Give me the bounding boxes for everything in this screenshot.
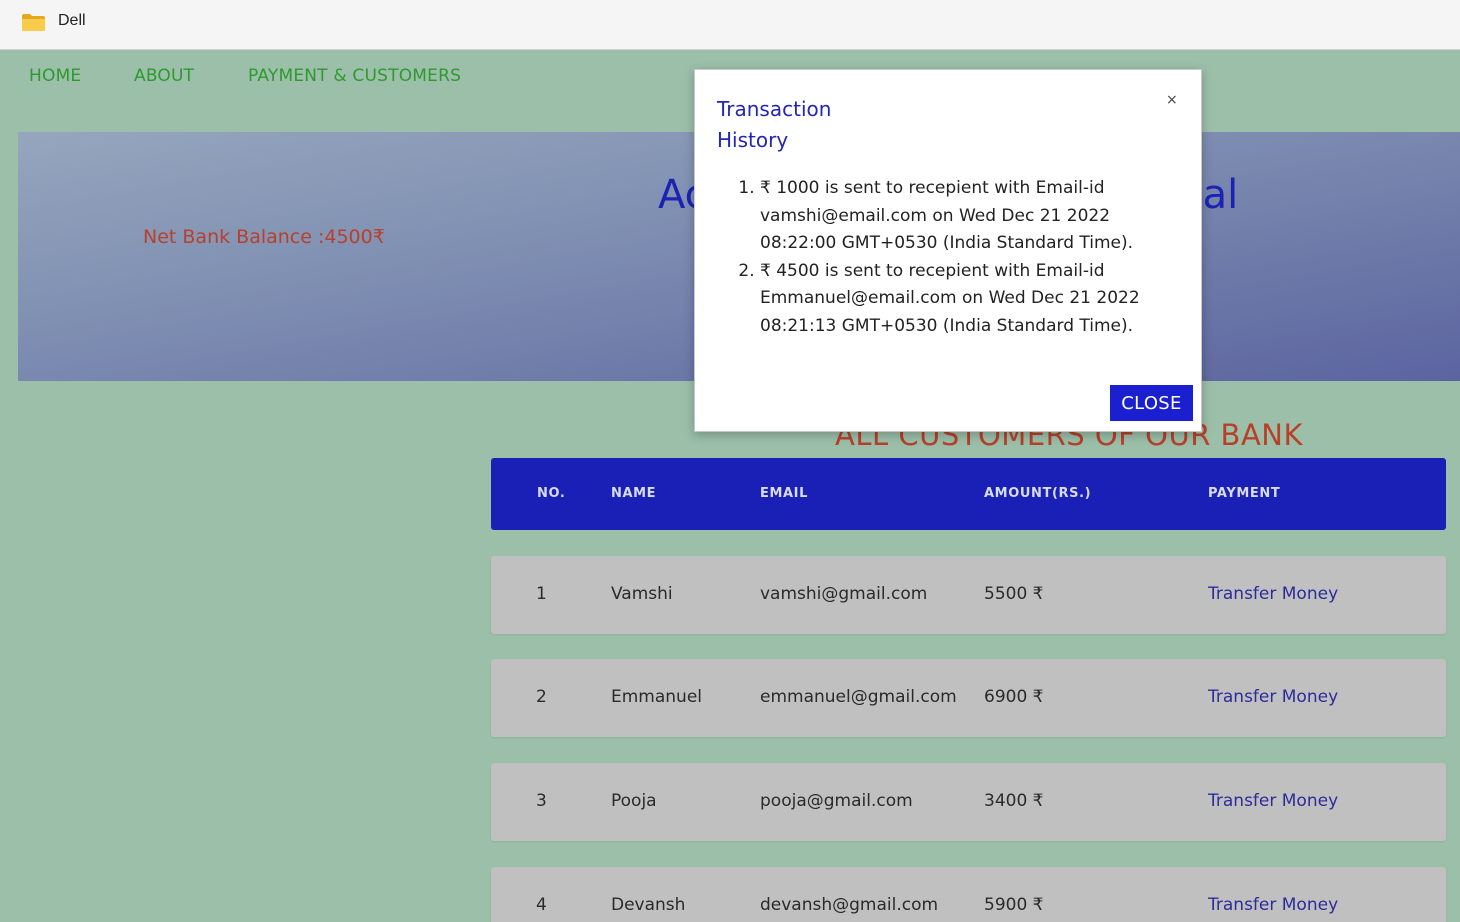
transfer-money-link[interactable]: Transfer Money <box>1208 584 1338 604</box>
transaction-list: ₹ 1000 is sent to recepient with Email-i… <box>760 175 1180 340</box>
cell-name: Vamshi <box>611 584 673 604</box>
cell-amount: 5900 ₹ <box>984 895 1044 915</box>
col-no: NO. <box>537 486 566 501</box>
cell-email: devansh@gmail.com <box>760 895 939 915</box>
cell-email: pooja@gmail.com <box>760 791 913 811</box>
transfer-money-link[interactable]: Transfer Money <box>1208 791 1338 811</box>
nav-home[interactable]: HOME <box>29 66 81 86</box>
cell-amount: 3400 ₹ <box>984 791 1044 811</box>
table-row: 1 Vamshi vamshi@gmail.com 5500 ₹ Transfe… <box>491 556 1446 634</box>
cell-name: Devansh <box>611 895 686 915</box>
col-name: NAME <box>611 486 657 501</box>
cell-no: 2 <box>536 687 547 707</box>
col-email: EMAIL <box>760 486 808 501</box>
col-payment: PAYMENT <box>1208 486 1281 501</box>
modal-title: Transaction History <box>717 97 832 152</box>
nav-about[interactable]: ABOUT <box>134 66 194 86</box>
transaction-history-modal: Transaction History × ₹ 1000 is sent to … <box>694 69 1202 432</box>
close-icon[interactable]: × <box>1166 92 1178 108</box>
banner-heading-right: al <box>1202 172 1239 218</box>
cell-email: emmanuel@gmail.com <box>760 687 957 707</box>
nav-payment-customers[interactable]: PAYMENT & CUSTOMERS <box>248 66 461 86</box>
cell-name: Emmanuel <box>611 687 703 707</box>
folder-icon <box>22 14 45 31</box>
col-amount: AMOUNT(RS.) <box>984 486 1092 501</box>
table-header: NO. NAME EMAIL AMOUNT(RS.) PAYMENT <box>491 458 1446 530</box>
cell-email: vamshi@gmail.com <box>760 584 928 604</box>
table-row: 4 Devansh devansh@gmail.com 5900 ₹ Trans… <box>491 867 1446 922</box>
cell-no: 4 <box>536 895 547 915</box>
net-balance: Net Bank Balance :4500₹ <box>143 226 385 248</box>
table-row: 2 Emmanuel emmanuel@gmail.com 6900 ₹ Tra… <box>491 659 1446 737</box>
cell-no: 1 <box>536 584 547 604</box>
cell-amount: 6900 ₹ <box>984 687 1044 707</box>
transfer-money-link[interactable]: Transfer Money <box>1208 895 1338 915</box>
window-title: Dell <box>58 12 86 29</box>
cell-no: 3 <box>536 791 547 811</box>
transaction-item: ₹ 1000 is sent to recepient with Email-i… <box>760 175 1180 258</box>
transaction-item: ₹ 4500 is sent to recepient with Email-i… <box>760 258 1180 341</box>
transfer-money-link[interactable]: Transfer Money <box>1208 687 1338 707</box>
cell-name: Pooja <box>611 791 657 811</box>
table-row: 3 Pooja pooja@gmail.com 3400 ₹ Transfer … <box>491 763 1446 841</box>
close-button[interactable]: CLOSE <box>1110 385 1193 421</box>
window-titlebar: Dell <box>0 0 1460 50</box>
cell-amount: 5500 ₹ <box>984 584 1044 604</box>
